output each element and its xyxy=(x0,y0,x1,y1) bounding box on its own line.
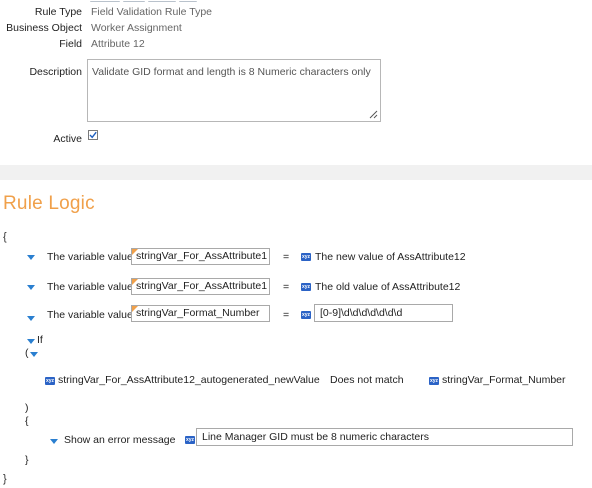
corner-marker xyxy=(132,306,138,312)
variable-selector[interactable]: stringVar_Format_Number xyxy=(131,305,270,322)
close-brace: } xyxy=(3,473,7,485)
variable-name: stringVar_Format_Number xyxy=(136,307,260,319)
if-comparator[interactable]: Does not match xyxy=(330,374,404,386)
xyz-icon: xyz xyxy=(185,436,195,444)
xyz-icon: xyz xyxy=(429,377,439,385)
open-brace: { xyxy=(3,231,7,243)
active-checkbox[interactable] xyxy=(88,130,98,140)
if-close-brace: } xyxy=(25,454,29,466)
section-divider xyxy=(0,165,592,180)
if-open-brace: { xyxy=(25,415,29,427)
close-paren: ) xyxy=(25,402,29,414)
variable-name: stringVar_For_AssAttribute1 xyxy=(136,280,268,292)
error-message-input[interactable]: Line Manager GID must be 8 numeric chara… xyxy=(196,428,573,446)
rule-type-value: Field Validation Rule Type xyxy=(91,6,213,18)
description-label: Description xyxy=(29,66,82,78)
business-object-value: Worker Assignment xyxy=(91,22,182,34)
cropped-header-fragment xyxy=(90,0,230,2)
expand-triangle-icon[interactable] xyxy=(50,439,58,444)
field-value: Attribute 12 xyxy=(91,38,145,50)
xyz-icon: xyz xyxy=(45,377,55,385)
statement-prefix: The variable value xyxy=(47,251,133,263)
if-left-operand[interactable]: stringVar_For_AssAttribute12_autogenerat… xyxy=(58,374,320,386)
equals-operator: = xyxy=(283,281,290,293)
description-textarea[interactable]: Validate GID format and length is 8 Nume… xyxy=(87,59,381,122)
if-right-operand[interactable]: stringVar_Format_Number xyxy=(442,374,566,386)
equals-operator: = xyxy=(283,251,290,263)
open-paren: ( xyxy=(25,347,29,359)
corner-marker xyxy=(132,279,138,285)
field-label: Field xyxy=(59,38,82,50)
description-text: Validate GID format and length is 8 Nume… xyxy=(92,66,371,78)
value-input[interactable]: [0-9]\d\d\d\d\d\d\d xyxy=(314,304,453,322)
variable-selector[interactable]: stringVar_For_AssAttribute1 xyxy=(131,248,270,265)
equals-operator: = xyxy=(283,309,290,321)
rule-type-label: Rule Type xyxy=(34,6,82,18)
active-label: Active xyxy=(53,133,82,145)
rule-logic-title: Rule Logic xyxy=(3,193,95,214)
business-object-label: Business Object xyxy=(6,22,82,34)
statement-value[interactable]: The new value of AssAttribute12 xyxy=(315,251,466,263)
expand-triangle-icon[interactable] xyxy=(27,255,35,260)
resize-grip-icon[interactable] xyxy=(369,110,378,119)
variable-name: stringVar_For_AssAttribute1 xyxy=(136,250,268,262)
expand-triangle-icon[interactable] xyxy=(27,285,35,290)
xyz-icon: xyz xyxy=(301,253,311,261)
statement-prefix: The variable value xyxy=(47,309,133,321)
statement-prefix: The variable value xyxy=(47,281,133,293)
expand-triangle-icon[interactable] xyxy=(27,339,35,344)
statement-value[interactable]: The old value of AssAttribute12 xyxy=(315,281,460,293)
variable-selector[interactable]: stringVar_For_AssAttribute1 xyxy=(131,278,270,295)
if-keyword: If xyxy=(37,334,43,346)
action-label: Show an error message xyxy=(64,434,176,446)
xyz-icon: xyz xyxy=(301,311,311,319)
corner-marker xyxy=(132,249,138,255)
xyz-icon: xyz xyxy=(301,283,311,291)
expand-triangle-icon[interactable] xyxy=(30,352,38,357)
expand-triangle-icon[interactable] xyxy=(27,316,35,321)
